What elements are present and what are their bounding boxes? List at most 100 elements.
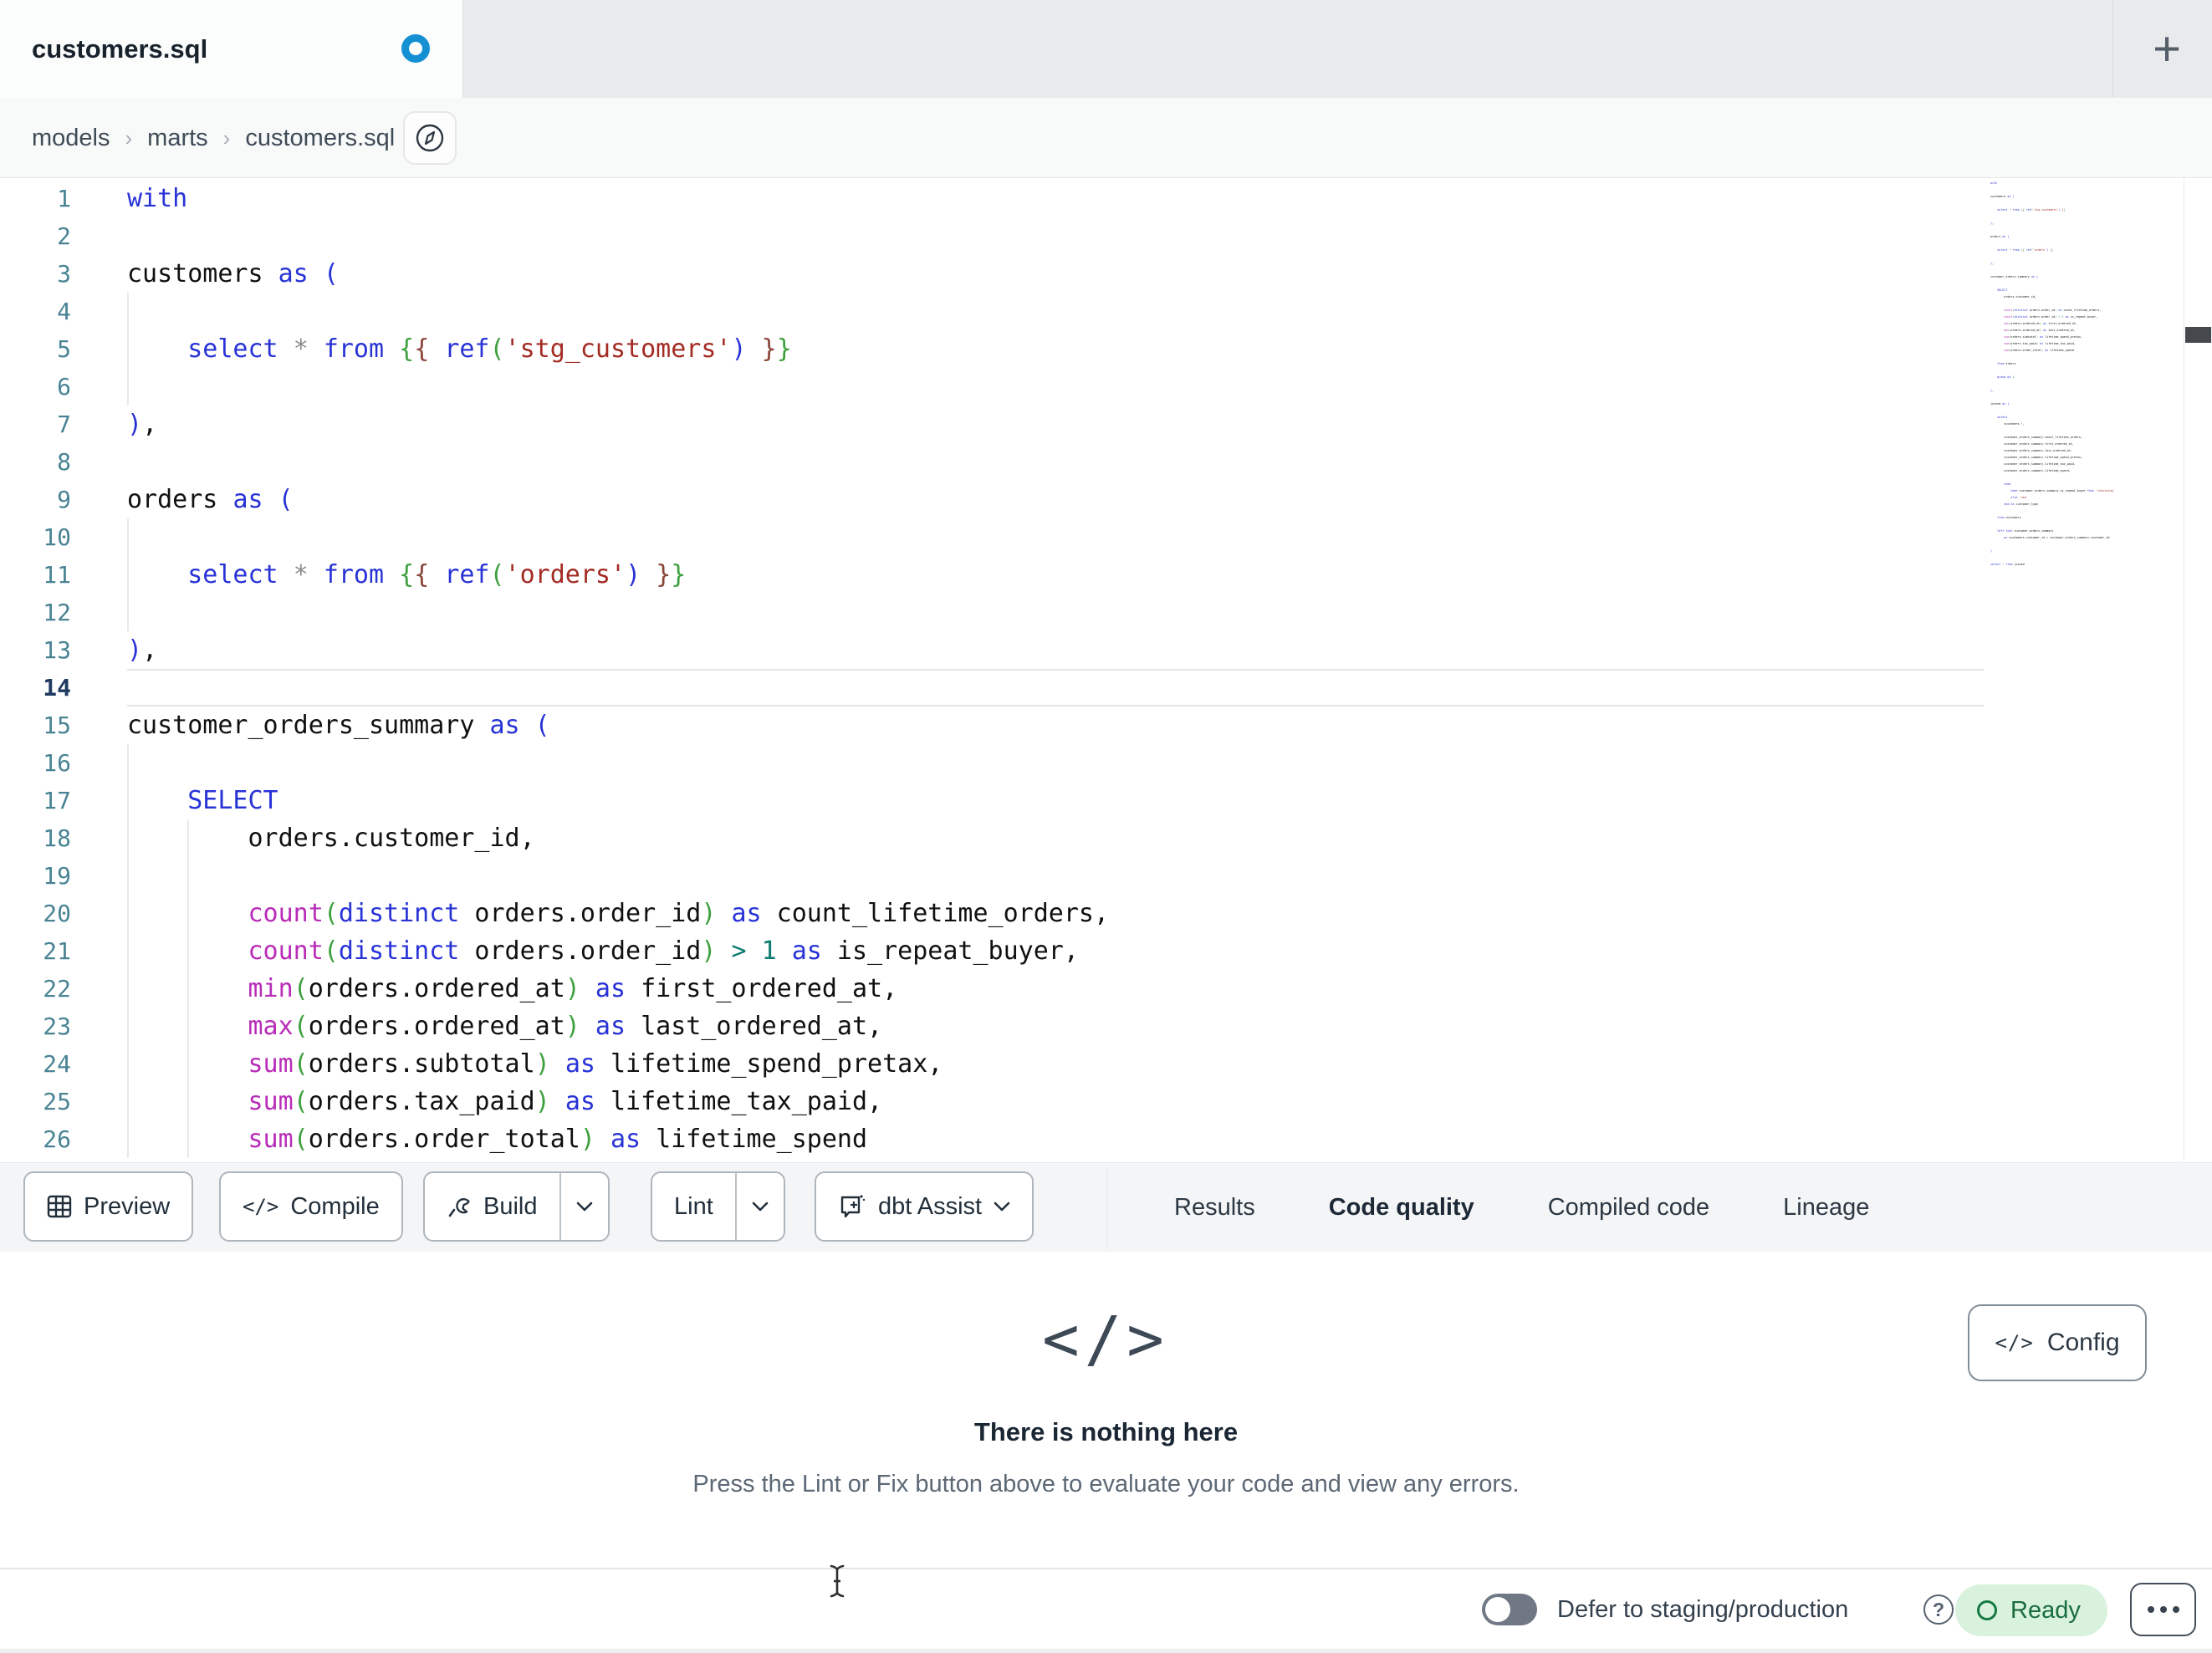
minimap-line: [1990, 543, 2090, 546]
code-line[interactable]: 15 customer_orders_summary as (: [0, 707, 2184, 744]
minimap-line: customer_orders_summary.lifetime_tax_pai…: [1990, 462, 2076, 467]
minimap-line: [1990, 523, 2090, 526]
code-lines[interactable]: 1 with 2 3 customers as (4 5 select * from {{…: [0, 180, 2184, 1158]
code-line[interactable]: 16: [0, 744, 2184, 782]
text-cursor-pointer: [826, 1564, 848, 1599]
lint-split-button: Lint: [651, 1171, 785, 1242]
bottom-edge: [0, 1649, 2212, 1653]
minimap-line: ),: [1990, 262, 1995, 266]
defer-toggle[interactable]: [1482, 1594, 1537, 1625]
line-number: 7: [57, 411, 71, 438]
code-line[interactable]: 20 count(distinct orders.order_id) as co…: [0, 895, 2184, 932]
new-tab-button[interactable]: +: [2122, 0, 2212, 98]
line-number: 3: [57, 260, 71, 288]
code-line[interactable]: 6: [0, 368, 2184, 406]
minimap-line: customers.*,: [1990, 422, 2025, 426]
compass-icon: [414, 122, 446, 154]
help-icon[interactable]: ?: [1923, 1594, 1954, 1625]
line-number: 23: [43, 1013, 71, 1040]
dbt-assist-button[interactable]: dbt Assist: [815, 1171, 1034, 1242]
line-number: 16: [43, 749, 71, 777]
code-line[interactable]: 3 customers as (: [0, 255, 2184, 293]
minimap-line: SELECT: [1997, 288, 2008, 293]
code-line[interactable]: 9 orders as (: [0, 481, 2184, 518]
minimap-line: joined as (: [1990, 402, 2010, 406]
minimap-line: [1990, 355, 2090, 359]
panel-tab-results[interactable]: Results: [1137, 1163, 1292, 1253]
more-options-button[interactable]: [2130, 1583, 2196, 1636]
config-button[interactable]: </> Config: [1968, 1304, 2147, 1381]
code-editor[interactable]: 1 with 2 3 customers as (4 5 select * from {{…: [0, 178, 2212, 1162]
compile-button[interactable]: </> Compile: [219, 1171, 403, 1242]
minimap-line: ),: [1990, 389, 1995, 393]
minimap-line: end as customer_type: [2004, 503, 2038, 507]
breadcrumb-file[interactable]: customers.sql: [245, 125, 395, 152]
panel-tab-code-quality[interactable]: Code quality: [1291, 1163, 1511, 1263]
breadcrumb-separator-icon: ›: [125, 125, 133, 151]
minimap-line: orders.customer_id,: [1990, 295, 2036, 299]
build-button[interactable]: Build: [425, 1173, 559, 1240]
assist-chat-sparkle-icon: [838, 1192, 866, 1221]
minimap-line: [1990, 369, 2090, 372]
code-line[interactable]: 2: [0, 217, 2184, 255]
minimap-line: ),: [1990, 222, 1995, 226]
breadcrumb-models[interactable]: models: [32, 125, 110, 152]
minimap-line: [1990, 255, 2090, 258]
code-line[interactable]: 18 orders.customer_id,: [0, 819, 2184, 857]
toggle-knob: [1485, 1597, 1510, 1622]
code-line[interactable]: 10: [0, 518, 2184, 556]
code-line[interactable]: 23 max(orders.ordered_at) as last_ordere…: [0, 1008, 2184, 1045]
code-line[interactable]: 21 count(distinct orders.order_id) > 1 a…: [0, 932, 2184, 970]
code-line[interactable]: 1 with: [0, 180, 2184, 217]
code-line[interactable]: 8: [0, 443, 2184, 481]
line-number: 5: [57, 335, 71, 363]
build-split-button: Build: [423, 1171, 610, 1242]
tabstrip-divider: [2112, 0, 2113, 98]
panel-tab-lineage[interactable]: Lineage: [1746, 1163, 1906, 1253]
build-dropdown-button[interactable]: [561, 1173, 608, 1240]
lint-dropdown-button[interactable]: [737, 1173, 784, 1240]
code-line[interactable]: 22 min(orders.ordered_at) as first_order…: [0, 970, 2184, 1008]
minimap-line: max(orders.ordered_at) as last_ordered_a…: [2004, 329, 2076, 333]
defer-label: Defer to staging/production: [1557, 1596, 1849, 1623]
lint-button-label: Lint: [674, 1192, 713, 1220]
code-line[interactable]: 12: [0, 594, 2184, 631]
minimap-line: sum(orders.order_total) as lifetime_spen…: [2004, 349, 2074, 353]
code-line[interactable]: 7),: [0, 406, 2184, 443]
code-line[interactable]: 14: [0, 669, 2184, 707]
minimap-line: from customers: [1997, 516, 2021, 520]
explore-lineage-button[interactable]: [403, 111, 457, 165]
code-line[interactable]: 25 sum(orders.tax_paid) as lifetime_tax_…: [0, 1083, 2184, 1120]
editor-scrollbar-thumb[interactable]: [2185, 327, 2211, 343]
tab-customers-sql[interactable]: customers.sql: [0, 0, 463, 98]
minimap-line: [1990, 509, 2090, 513]
preview-button[interactable]: Preview: [23, 1171, 194, 1242]
breadcrumb-marts[interactable]: marts: [147, 125, 208, 152]
code-line[interactable]: 24 sum(orders.subtotal) as lifetime_spen…: [0, 1045, 2184, 1083]
lint-button[interactable]: Lint: [652, 1173, 735, 1240]
code-line[interactable]: 26 sum(orders.order_total) as lifetime_s…: [0, 1120, 2184, 1158]
code-line[interactable]: 17 SELECT: [0, 782, 2184, 819]
line-number: 17: [43, 787, 71, 814]
code-line[interactable]: 13),: [0, 631, 2184, 669]
minimap-line: [1990, 395, 2090, 399]
code-line[interactable]: 19: [0, 857, 2184, 895]
panel-tab-compiled-code[interactable]: Compiled code: [1511, 1163, 1746, 1253]
status-circle-icon: [1977, 1600, 1997, 1620]
minimap[interactable]: with customers as ( select * from {{ ref…: [1990, 181, 2181, 569]
code-line[interactable]: 11 select * from {{ ref('orders') }}: [0, 556, 2184, 594]
line-number: 15: [43, 712, 71, 739]
line-number: 18: [43, 824, 71, 852]
minimap-line: select * from {{ ref('stg_customers') }}: [1997, 208, 2066, 212]
dot-icon: [2172, 1606, 2179, 1613]
code-line[interactable]: 5 select * from {{ ref('stg_customers') …: [0, 330, 2184, 368]
code-line[interactable]: 4: [0, 293, 2184, 330]
empty-state-title: There is nothing here: [973, 1417, 1239, 1446]
chevron-down-icon: [752, 1201, 769, 1212]
line-number: 8: [57, 448, 71, 476]
minimap-line: [1990, 215, 2090, 218]
line-number: 12: [43, 599, 71, 626]
minimap-line: left join customer_orders_summary: [1997, 529, 2054, 533]
empty-state-subtitle: Press the Lint or Fix button above to ev…: [692, 1471, 1520, 1497]
minimap-line: [1990, 409, 2090, 412]
